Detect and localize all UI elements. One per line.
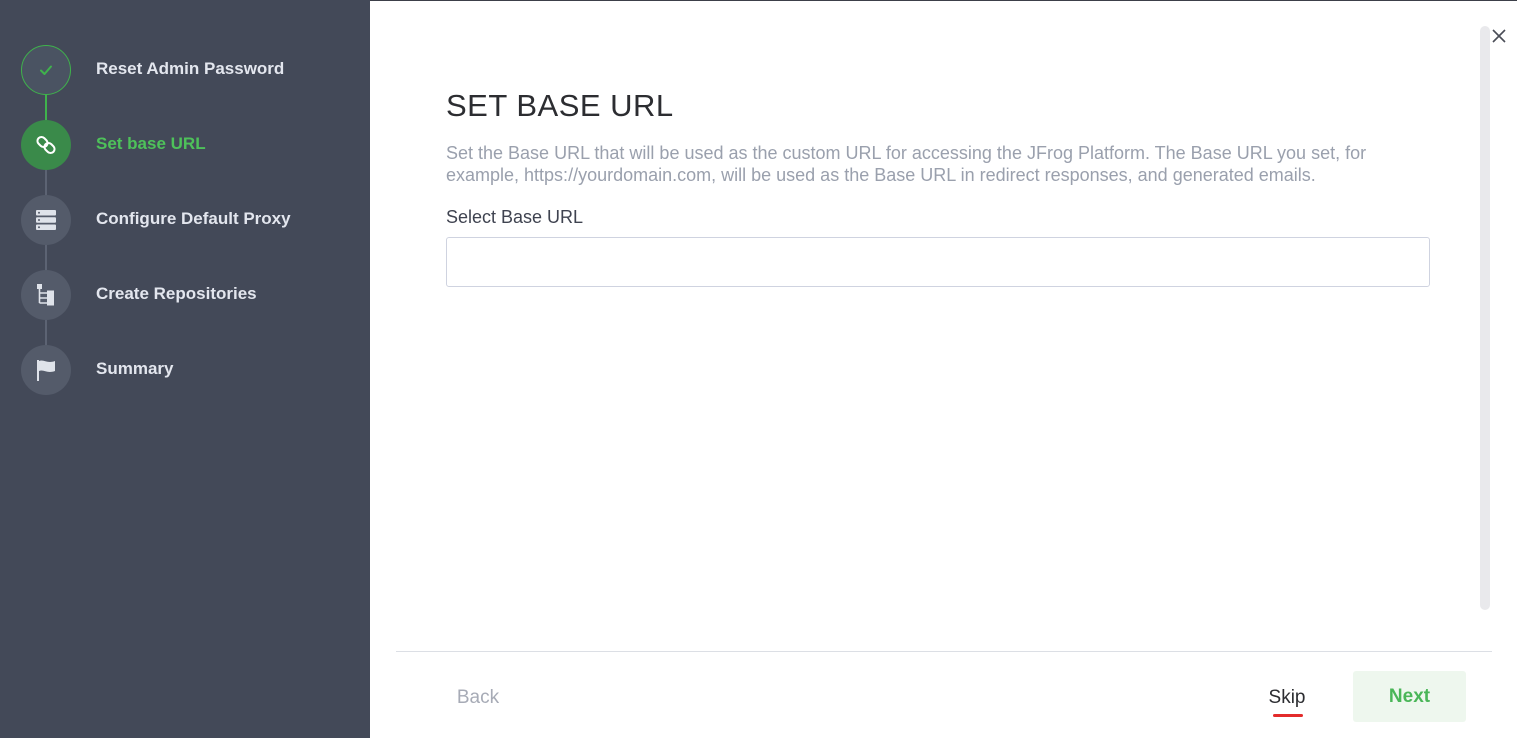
step-circle xyxy=(21,45,71,95)
step-reset-admin-password[interactable]: Reset Admin Password xyxy=(21,45,361,95)
step-circle xyxy=(21,270,71,320)
step-create-repositories[interactable]: Create Repositories xyxy=(21,270,361,320)
step-set-base-url[interactable]: Set base URL xyxy=(21,120,361,170)
step-label: Set base URL xyxy=(96,134,206,153)
step-label: Summary xyxy=(96,359,174,378)
back-button[interactable]: Back xyxy=(440,674,516,722)
repository-tree-icon xyxy=(37,284,54,306)
step-label: Create Repositories xyxy=(96,284,257,303)
step-circle xyxy=(21,120,71,170)
link-icon xyxy=(36,135,56,155)
step-circle xyxy=(21,195,71,245)
check-icon xyxy=(40,65,52,75)
wizard-sidebar: Reset Admin Password Set base URL Config… xyxy=(0,0,370,738)
flag-icon xyxy=(37,360,55,381)
page-description: Set the Base URL that will be used as th… xyxy=(446,143,1367,185)
page-title: SET BASE URL xyxy=(446,88,674,123)
base-url-input[interactable] xyxy=(446,237,1430,287)
server-icon xyxy=(36,210,56,230)
step-label: Configure Default Proxy xyxy=(96,209,291,228)
next-button[interactable]: Next xyxy=(1353,671,1466,722)
step-configure-default-proxy[interactable]: Configure Default Proxy xyxy=(21,195,361,245)
vertical-scrollbar[interactable] xyxy=(1480,26,1490,610)
close-button[interactable] xyxy=(1488,25,1510,47)
step-summary[interactable]: Summary xyxy=(21,345,361,395)
close-icon xyxy=(1492,29,1506,43)
base-url-label: Select Base URL xyxy=(446,207,584,227)
footer-divider xyxy=(396,651,1492,652)
step-label: Reset Admin Password xyxy=(96,59,285,78)
step-circle xyxy=(21,345,71,395)
skip-underline xyxy=(1273,714,1303,717)
